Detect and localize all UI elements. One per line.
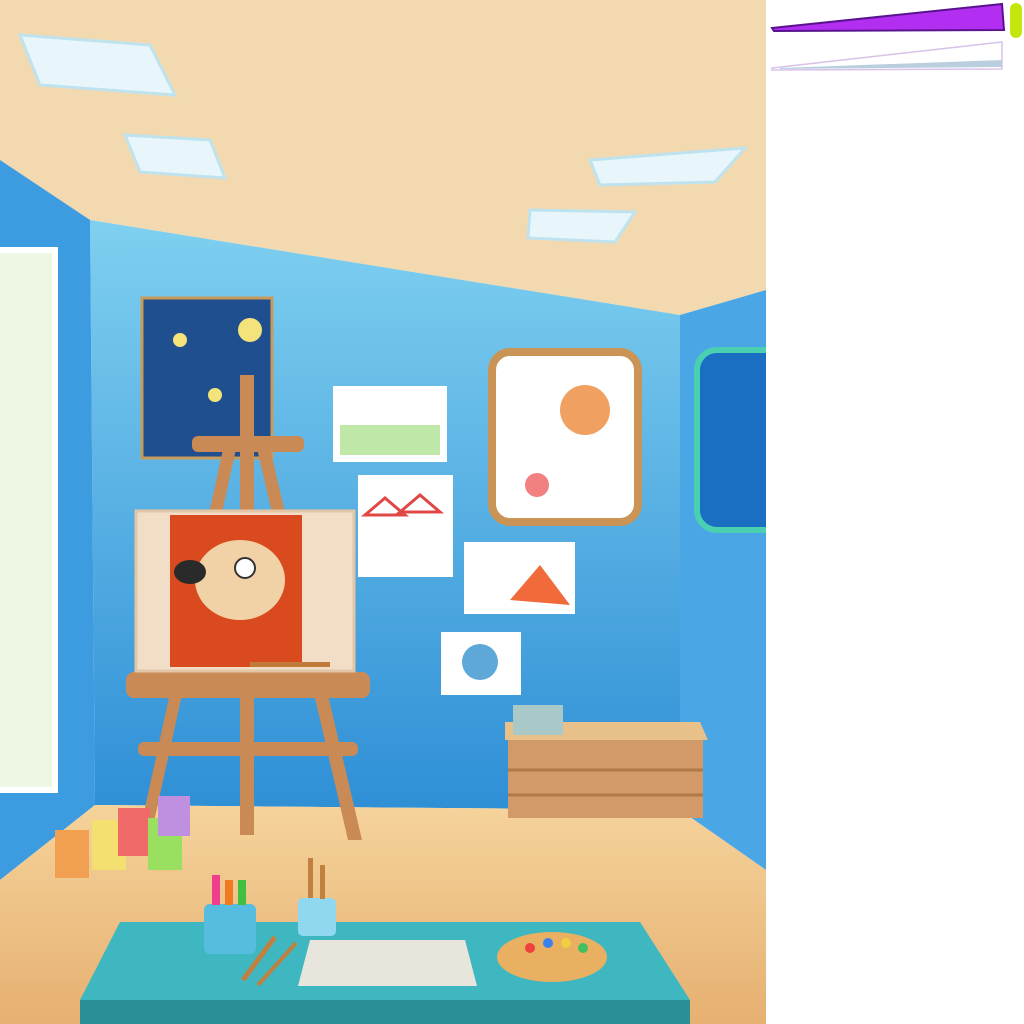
side-cabinet[interactable] (505, 722, 708, 818)
size-wedge-icon (770, 2, 1006, 32)
work-table-edge (80, 1000, 690, 1024)
color-palette[interactable] (497, 932, 607, 982)
paint-jars-cabinet[interactable] (513, 705, 563, 735)
paintbrush[interactable] (250, 662, 330, 667)
brush-size-slider[interactable] (770, 2, 1006, 32)
color-swatch[interactable] (1010, 3, 1022, 38)
tree-drawing[interactable] (441, 632, 521, 695)
fish-aquarium-frame[interactable] (694, 347, 766, 533)
tool-panel (766, 0, 1024, 1024)
abstract-drawing[interactable] (464, 542, 575, 614)
opacity-slider[interactable] (770, 40, 1006, 72)
houses-drawing[interactable] (358, 475, 453, 577)
dog-painting-canvas[interactable] (134, 509, 356, 673)
window[interactable] (0, 247, 58, 793)
landscape-drawing[interactable] (333, 386, 447, 462)
game-scene[interactable] (0, 0, 766, 1024)
cat-drawing-frame[interactable] (488, 348, 642, 526)
paper-sheet[interactable] (298, 940, 477, 986)
